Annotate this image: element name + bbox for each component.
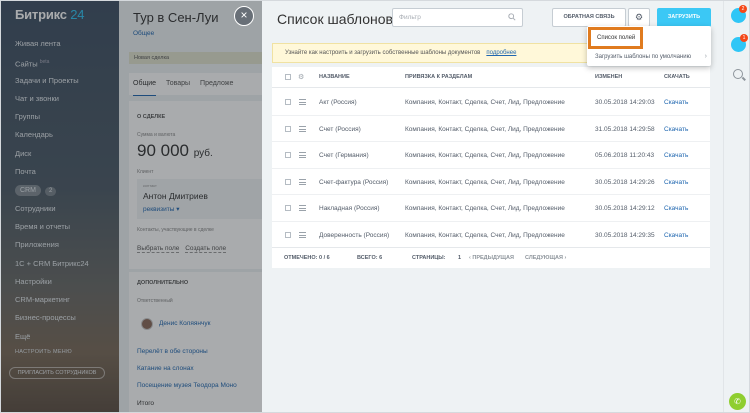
template-date: 30.05.2018 14:29:12 xyxy=(595,205,655,212)
phone-icon[interactable]: ✆ xyxy=(729,393,746,410)
row-checkbox[interactable] xyxy=(285,99,291,105)
info-text: Узнайте как настроить и загрузить собств… xyxy=(285,50,481,56)
template-date: 30.05.2018 14:29:03 xyxy=(595,99,655,106)
messenger-badge: 1 xyxy=(740,34,748,42)
template-name: Счет (Германия) xyxy=(319,152,369,159)
right-rail: 2 1 ✆ xyxy=(723,1,749,412)
menu-icon[interactable] xyxy=(299,205,306,211)
template-date: 30.05.2018 14:29:35 xyxy=(595,231,655,239)
menu-icon[interactable] xyxy=(299,152,306,158)
chevron-left-icon: ‹ xyxy=(469,255,471,261)
template-name: Счет-фактура (Россия) xyxy=(319,178,389,186)
filter-input[interactable]: Фильтр xyxy=(392,8,523,27)
menu-item-load-defaults[interactable]: Загрузить шаблоны по умолчанию xyxy=(595,54,691,60)
menu-icon[interactable] xyxy=(299,125,306,132)
template-name: Акт (Россия) xyxy=(319,99,357,106)
template-date: 30.05.2018 14:29:26 xyxy=(595,178,655,186)
column-header-binding[interactable]: ПРИВЯЗКА К РАЗДЕЛАМ xyxy=(405,74,472,80)
template-binding: Компания, Контакт, Сделка, Счет, Лид, Пр… xyxy=(405,178,565,186)
table-row: Счет (Германия) Компания, Контакт, Сделк… xyxy=(272,142,710,169)
gear-icon: ⚙ xyxy=(634,12,644,22)
table-row: Акт (Россия) Компания, Контакт, Сделка, … xyxy=(272,89,710,116)
notifications-badge: 2 xyxy=(739,5,747,13)
column-header-name[interactable]: НАЗВАНИЕ xyxy=(319,74,350,80)
template-name: Счет (Россия) xyxy=(319,125,361,133)
table-row: Счет (Россия) Компания, Контакт, Сделка,… xyxy=(272,116,710,142)
search-icon[interactable] xyxy=(733,69,743,79)
select-all-checkbox[interactable] xyxy=(285,74,291,80)
table-row: Доверенность (Россия) Компания, Контакт,… xyxy=(272,222,710,248)
chevron-right-icon: › xyxy=(704,53,707,60)
template-binding: Компания, Контакт, Сделка, Счет, Лид, Пр… xyxy=(405,99,565,106)
template-binding: Компания, Контакт, Сделка, Счет, Лид, Пр… xyxy=(405,125,565,133)
download-link[interactable]: Скачать xyxy=(664,126,688,133)
selected-count: ОТМЕЧЕНО: 0 / 6 xyxy=(284,255,330,261)
row-checkbox[interactable] xyxy=(285,178,291,185)
table-row: Накладная (Россия) Компания, Контакт, Сд… xyxy=(272,195,710,222)
menu-icon[interactable] xyxy=(299,231,306,238)
feedback-button[interactable]: ОБРАТНАЯ СВЯЗЬ xyxy=(552,8,626,27)
menu-icon[interactable] xyxy=(299,99,306,105)
gear-icon[interactable]: ⚙ xyxy=(298,73,304,81)
total-count: ВСЕГО: 6 xyxy=(357,255,383,261)
template-name: Накладная (Россия) xyxy=(319,205,380,212)
prev-page-link[interactable]: ‹ ПРЕДЫДУЩАЯ xyxy=(469,255,514,261)
column-header-modified[interactable]: ИЗМЕНЕН xyxy=(595,74,622,80)
row-checkbox[interactable] xyxy=(285,205,291,211)
chevron-right-icon: › xyxy=(564,255,567,261)
download-link[interactable]: Скачать xyxy=(664,99,688,106)
settings-button[interactable]: ⚙ xyxy=(628,8,650,27)
column-header-download[interactable]: СКАЧАТЬ xyxy=(664,74,690,80)
template-binding: Компания, Контакт, Сделка, Счет, Лид, Пр… xyxy=(405,231,565,239)
templates-table: ⚙ НАЗВАНИЕ ПРИВЯЗКА К РАЗДЕЛАМ ИЗМЕНЕН С… xyxy=(272,67,710,268)
page-number[interactable]: 1 xyxy=(458,255,461,261)
overlay-dim xyxy=(1,1,264,412)
row-checkbox[interactable] xyxy=(285,152,291,158)
menu-item-field-list[interactable]: Список полей xyxy=(588,27,643,49)
close-icon: × xyxy=(240,8,248,22)
template-date: 05.06.2018 11:20:43 xyxy=(595,152,655,159)
pages-label: СТРАНИЦЫ: xyxy=(412,255,446,261)
upload-button[interactable]: ЗАГРУЗИТЬ xyxy=(657,8,711,27)
search-icon[interactable] xyxy=(508,13,516,21)
info-more-link[interactable]: подробнее xyxy=(486,50,516,56)
settings-dropdown: Список полей Загрузить шаблоны по умолча… xyxy=(587,26,711,66)
template-date: 31.05.2018 14:29:58 xyxy=(595,125,655,133)
download-link[interactable]: Скачать xyxy=(664,152,688,159)
close-slider-button[interactable]: × xyxy=(234,6,254,26)
template-binding: Компания, Контакт, Сделка, Счет, Лид, Пр… xyxy=(405,152,565,159)
template-name: Доверенность (Россия) xyxy=(319,231,390,239)
row-checkbox[interactable] xyxy=(285,231,291,238)
app-window: Битрикс 24 Живая лента Сайты beta Задачи … xyxy=(0,0,750,413)
table-row: Счет-фактура (Россия) Компания, Контакт,… xyxy=(272,169,710,195)
row-checkbox[interactable] xyxy=(285,125,291,132)
menu-icon[interactable] xyxy=(299,178,306,185)
next-page-link[interactable]: СЛЕДУЮЩАЯ › xyxy=(525,255,566,261)
filter-placeholder: Фильтр xyxy=(399,14,421,21)
table-header: ⚙ НАЗВАНИЕ ПРИВЯЗКА К РАЗДЕЛАМ ИЗМЕНЕН С… xyxy=(272,67,710,88)
download-link[interactable]: Скачать xyxy=(664,179,688,186)
download-link[interactable]: Скачать xyxy=(664,205,688,212)
download-link[interactable]: Скачать xyxy=(664,232,688,239)
table-footer: ОТМЕЧЕНО: 0 / 6 ВСЕГО: 6 СТРАНИЦЫ: 1 ‹ П… xyxy=(272,247,710,268)
page-title: Список шаблонов xyxy=(277,11,393,27)
template-binding: Компания, Контакт, Сделка, Счет, Лид, Пр… xyxy=(405,205,565,212)
